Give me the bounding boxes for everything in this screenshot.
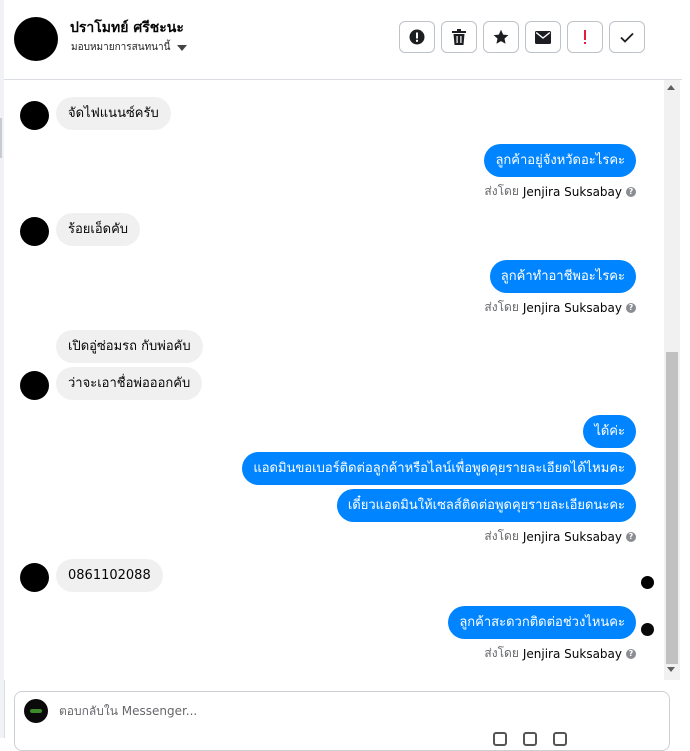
scrollbar-thumb[interactable] xyxy=(666,352,678,664)
exclamation-icon xyxy=(584,30,586,44)
customer-message[interactable]: เปิดอู่ซ่อมรถ กับพ่อคับ xyxy=(56,330,203,363)
agent-message[interactable]: แอดมินขอเบอร์ติดต่อลูกค้าหรือไลน์เพื่อพู… xyxy=(242,452,636,485)
header-actions xyxy=(399,21,645,53)
customer-message[interactable]: ร้อยเอ็ดคับ xyxy=(56,213,141,246)
agent-message[interactable]: เดี๋ยวแอดมินให้เซลส์ติดต่อพูดคุยรายละเอี… xyxy=(336,489,636,522)
sent-by-prefix: ส่งโดย xyxy=(484,184,519,198)
star-icon xyxy=(493,29,509,44)
trash-icon xyxy=(452,29,466,45)
alert-circle-icon xyxy=(409,29,425,45)
agent-name[interactable]: Jenjira Suksabay xyxy=(523,185,622,199)
customer-message[interactable]: ว่าจะเอาชื่อพ่อออกคับ xyxy=(56,367,203,400)
left-panel-scrollbar[interactable] xyxy=(0,118,2,158)
customer-avatar[interactable] xyxy=(20,371,49,400)
image-icon[interactable] xyxy=(523,732,537,746)
sent-by-prefix: ส่งโดย xyxy=(484,646,519,660)
scroll-down-arrow-icon[interactable] xyxy=(667,667,675,672)
spam-button[interactable] xyxy=(399,21,435,53)
envelope-icon xyxy=(535,30,551,44)
assign-conversation-dropdown[interactable]: มอบหมายการสนทนานี้ xyxy=(71,40,188,55)
sent-by-label: ส่งโดย Jenjira Suksabay ? xyxy=(484,182,636,201)
attachment-icon[interactable] xyxy=(493,732,507,746)
sent-by-label: ส่งโดย Jenjira Suksabay ? xyxy=(484,298,636,317)
delivered-indicator xyxy=(641,623,654,636)
caret-down-icon xyxy=(177,44,188,51)
delete-button[interactable] xyxy=(441,21,477,53)
agent-message[interactable]: ได้ค่ะ xyxy=(583,415,636,448)
conversation-header: ปราโมทย์ ศรีชะนะ มอบหมายการสนทนานี้ xyxy=(4,0,682,80)
message-thread[interactable]: จัดไฟแนนซ์ครับ ลูกค้าอยู่จังหวัดอะไรคะ ส… xyxy=(4,80,682,680)
agent-message[interactable]: ลูกค้าอยู่จังหวัดอะไรคะ xyxy=(484,144,636,177)
agent-name[interactable]: Jenjira Suksabay xyxy=(523,301,622,315)
info-icon[interactable]: ? xyxy=(626,531,636,542)
customer-avatar[interactable] xyxy=(20,563,49,592)
contact-name[interactable]: ปราโมทย์ ศรีชะนะ xyxy=(70,17,184,39)
page-avatar xyxy=(24,699,48,723)
reply-input[interactable] xyxy=(59,704,459,718)
sent-by-prefix: ส่งโดย xyxy=(484,300,519,314)
assign-label: มอบหมายการสนทนานี้ xyxy=(71,42,171,53)
composer-tools xyxy=(493,732,567,746)
info-icon[interactable]: ? xyxy=(626,186,636,197)
customer-message[interactable]: 0861102088 xyxy=(56,559,163,592)
customer-avatar[interactable] xyxy=(20,101,49,130)
agent-name[interactable]: Jenjira Suksabay xyxy=(523,530,622,544)
mark-done-button[interactable] xyxy=(609,21,645,53)
customer-message[interactable]: จัดไฟแนนซ์ครับ xyxy=(56,97,171,130)
sent-by-prefix: ส่งโดย xyxy=(484,529,519,543)
agent-message[interactable]: ลูกค้าทำอาชีพอะไรคะ xyxy=(489,260,636,293)
checkmark-icon xyxy=(620,32,634,43)
seen-indicator xyxy=(641,576,654,589)
agent-name[interactable]: Jenjira Suksabay xyxy=(523,647,622,661)
mark-unread-button[interactable] xyxy=(525,21,561,53)
emoji-icon[interactable] xyxy=(553,732,567,746)
info-icon[interactable]: ? xyxy=(626,648,636,659)
agent-message[interactable]: ลูกค้าสะดวกติดต่อช่วงไหนคะ xyxy=(448,606,636,639)
reply-composer xyxy=(14,691,670,751)
follow-up-button[interactable] xyxy=(567,21,603,53)
customer-avatar[interactable] xyxy=(20,217,49,246)
contact-avatar[interactable] xyxy=(14,17,58,61)
sent-by-label: ส่งโดย Jenjira Suksabay ? xyxy=(484,527,636,546)
info-icon[interactable]: ? xyxy=(626,302,636,313)
sent-by-label: ส่งโดย Jenjira Suksabay ? xyxy=(484,644,636,663)
star-button[interactable] xyxy=(483,21,519,53)
scroll-up-arrow-icon[interactable] xyxy=(667,85,675,90)
